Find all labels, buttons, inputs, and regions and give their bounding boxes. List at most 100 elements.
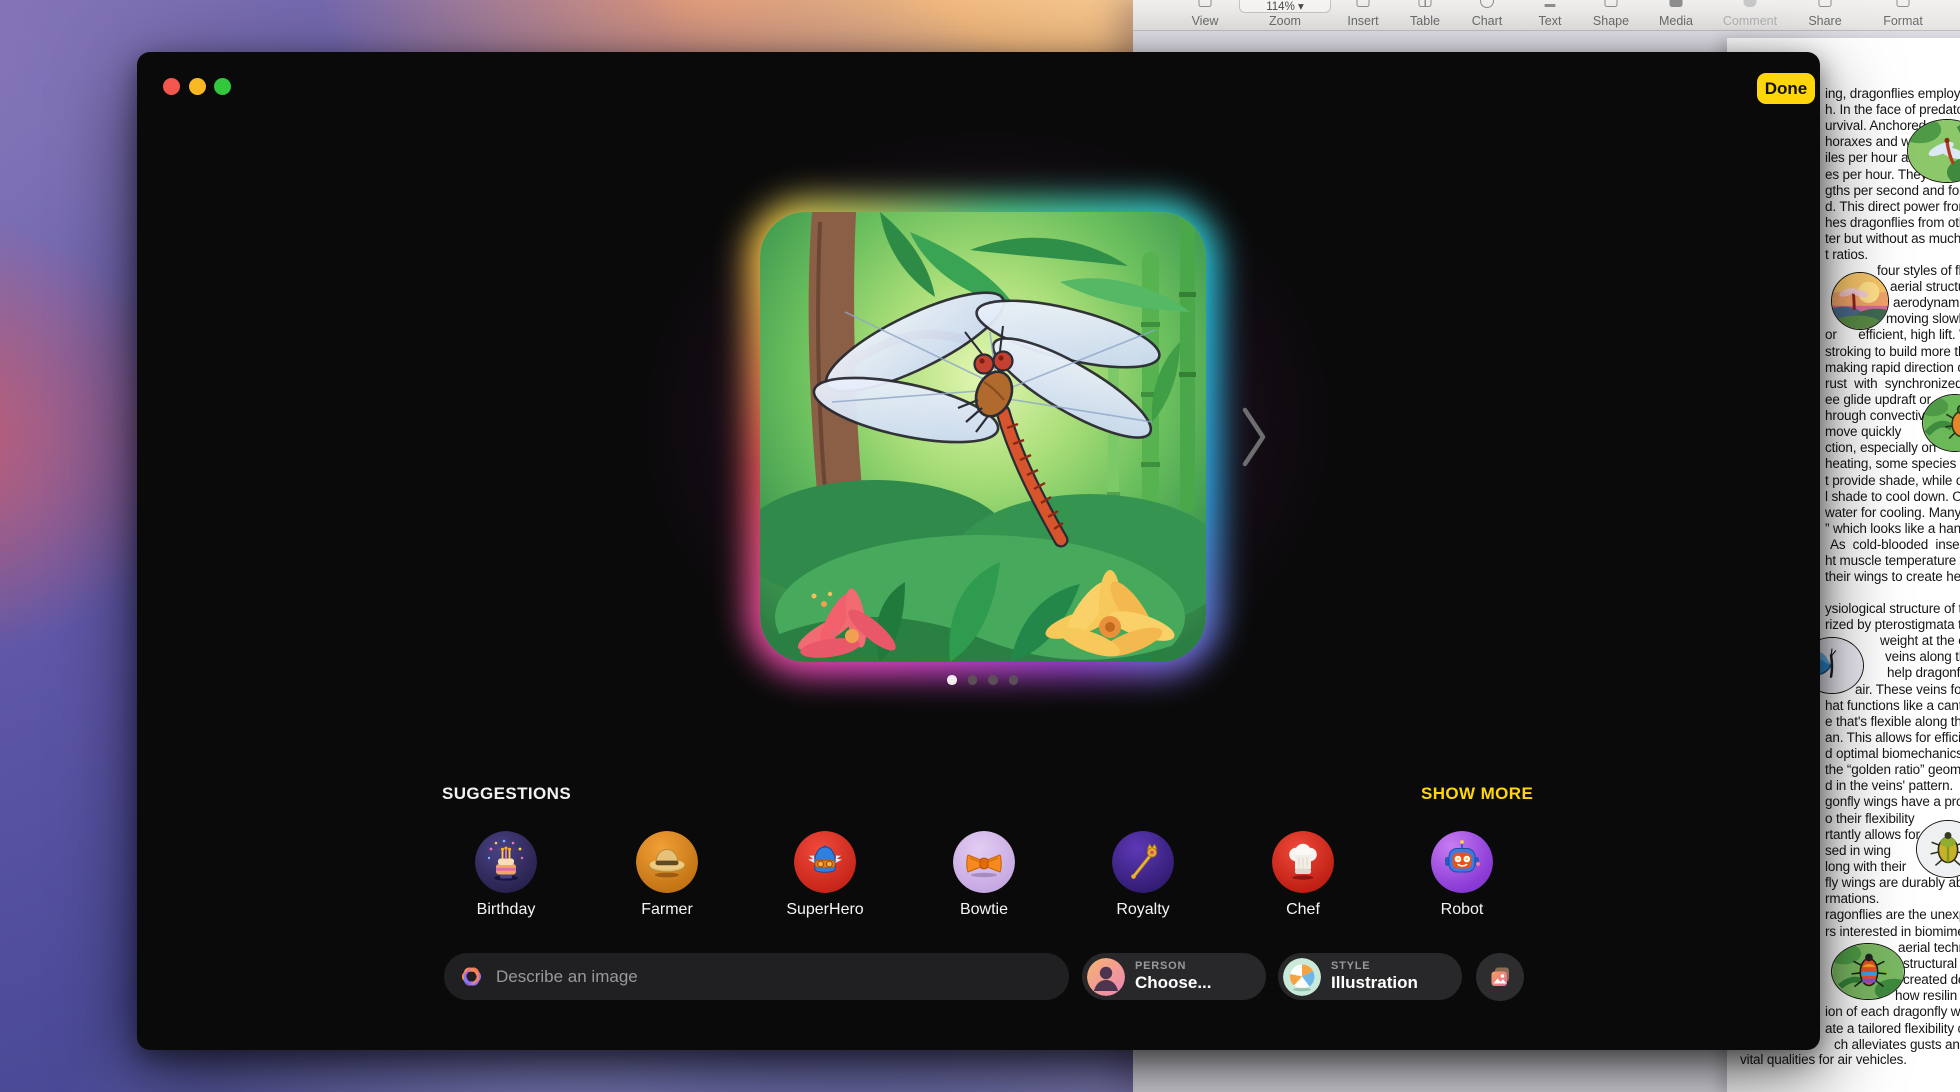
zoom-window-button[interactable] (214, 78, 231, 95)
document-text-line: ysiological structure of th (1825, 601, 1960, 616)
document-text-line: rtantly allows for (1825, 827, 1920, 842)
photo-picker-button[interactable] (1476, 953, 1524, 1001)
document-text-line: aerodynamic e (1893, 295, 1960, 310)
document-text-line: d in the veins' pattern. (1825, 778, 1953, 793)
toolbar-item-label: Format (1861, 14, 1945, 28)
suggestion-bowtie[interactable]: Bowtie (953, 831, 1015, 893)
document-text-line: d optimal biomechanics (1825, 746, 1960, 761)
suggestion-robot[interactable]: Robot (1431, 831, 1493, 893)
document-text-line: gths per second and forw (1825, 183, 1960, 198)
document-text-line: created det (1903, 972, 1960, 987)
document-text-line: o their flexibility (1825, 811, 1914, 826)
carousel-dot-2[interactable] (968, 675, 978, 685)
document-text-line: ragonflies are the unexpec (1825, 907, 1960, 922)
desktop: { "pages": { "toolbar": { "zoom_value": … (0, 0, 1960, 1092)
document-text-line: rmations. (1825, 891, 1879, 906)
suggestion-chef[interactable]: Chef (1272, 831, 1334, 893)
document-text-line: move quickly (1825, 424, 1901, 439)
carousel-dot-4[interactable] (1009, 675, 1019, 685)
document-text-line: ion of each dragonfly wing (1825, 1004, 1960, 1019)
document-text-line: gonfly wings have a prote (1825, 794, 1960, 809)
document-text-line: rized by pterostigmata tha (1825, 617, 1960, 632)
document-text-line: aerial techno (1898, 940, 1960, 955)
table-tool-icon (1419, 0, 1432, 7)
suggestion-superhero[interactable]: SuperHero (794, 831, 856, 893)
minimize-window-button[interactable] (189, 78, 206, 95)
suggestion-label: Farmer (602, 901, 732, 919)
document-text-line: long with their (1825, 859, 1906, 874)
document-text-line: water for cooling. Many no (1825, 505, 1960, 520)
toolbar-item-format[interactable]: Format (1861, 0, 1945, 31)
document-text-line: ” which looks like a hands (1825, 521, 1960, 536)
document-text-line: or efficient, high lift. W (1825, 327, 1960, 342)
toolbar-item-media[interactable]: Media (1634, 0, 1718, 31)
toolbar-item-zoom[interactable]: 114% ▾Zoom (1243, 0, 1327, 31)
carousel-next-chevron-icon[interactable] (1241, 405, 1267, 469)
toolbar-item-share[interactable]: Share (1783, 0, 1867, 31)
toolbar-item-document[interactable]: Document (1947, 0, 1960, 31)
document-text-line: h. In the face of predators (1825, 102, 1960, 117)
bowtie-icon (953, 831, 1015, 893)
document-text-line: es per hour. They (1825, 167, 1927, 182)
person-avatar-icon (1087, 958, 1125, 996)
person-picker-button[interactable]: PERSON Choose... (1082, 953, 1266, 1000)
suggestion-birthday[interactable]: Birthday (475, 831, 537, 893)
person-value: Choose... (1135, 974, 1212, 992)
suggestion-royalty[interactable]: Royalty (1112, 831, 1174, 893)
document-text-line: air. These veins form (1855, 682, 1960, 697)
carousel-dots (947, 675, 1018, 685)
document-text-line: t ratios. (1825, 247, 1868, 262)
zoom-level-control[interactable]: 114% ▾ (1239, 0, 1331, 13)
style-kicker-label: STYLE (1331, 961, 1418, 973)
toolbar-item-label: Comment (1708, 14, 1792, 28)
document-text-line: stroking to build more thru (1825, 344, 1960, 359)
toolbar-item-view[interactable]: View (1163, 0, 1247, 31)
done-button[interactable]: Done (1757, 73, 1815, 104)
dragonfly-jungle-illustration (760, 212, 1206, 662)
document-text-line: heating, some species als (1825, 456, 1960, 471)
robot-icon (1431, 831, 1493, 893)
document-text-line: moving slowly, (1886, 311, 1960, 326)
style-picker-button[interactable]: STYLE Illustration (1278, 953, 1462, 1000)
show-more-button[interactable]: SHOW MORE (1421, 784, 1533, 804)
comment-tool-icon (1744, 0, 1757, 7)
beach-ball-icon (1283, 958, 1321, 996)
document-text-line: vital qualities for air vehicles. (1740, 1052, 1907, 1067)
carousel-dot-1[interactable] (947, 675, 957, 685)
prompt-input[interactable]: Describe an image (444, 953, 1069, 1000)
suggestion-label: Bowtie (919, 901, 1049, 919)
suggestion-farmer[interactable]: Farmer (636, 831, 698, 893)
scepter-icon (1112, 831, 1174, 893)
chef-hat-icon (1272, 831, 1334, 893)
document-text-line: ee glide updraft or (1825, 392, 1931, 407)
document-text-line: veins along the lead (1885, 649, 1960, 664)
toolbar-item-label: View (1163, 14, 1247, 28)
toolbar-item-comment[interactable]: Comment (1708, 0, 1792, 31)
document-text-line: four styles of flig (1877, 263, 1960, 278)
suggestion-label: Birthday (441, 901, 571, 919)
document-text-line: rs interested in biomimeti (1825, 924, 1960, 939)
pages-toolbar: View114% ▾ZoomInsertTableChartTextShapeM… (1133, 0, 1960, 31)
document-text-line: ate a tailored flexibility co (1825, 1021, 1960, 1036)
document-text-line: hat functions like a cantile (1825, 698, 1960, 713)
view-tool-icon (1199, 0, 1212, 7)
generated-image-card[interactable] (760, 212, 1206, 662)
media-tool-icon (1670, 0, 1683, 7)
close-window-button[interactable] (163, 78, 180, 95)
format-tool-icon (1897, 0, 1910, 7)
document-text-line: weight at the edges (1880, 633, 1960, 648)
toolbar-item-label: Document (1947, 14, 1960, 28)
insert-tool-icon (1357, 0, 1370, 7)
document-text-line: making rapid direction cha (1825, 360, 1960, 375)
document-text-line: hes dragonflies from othe (1825, 215, 1960, 230)
document-text-line: help dragonflies eff (1887, 665, 1960, 680)
text-tool-icon (1545, 4, 1556, 7)
document-text-line: ter but without as much (1825, 231, 1960, 246)
window-controls (163, 78, 231, 95)
carousel-dot-3[interactable] (988, 675, 998, 685)
photo-picker-icon (1487, 964, 1514, 991)
document-text-line: aerial structure (1890, 279, 1960, 294)
document-text-line: d. This direct power from (1825, 199, 1960, 214)
document-text-line: ch alleviates gusts and mi (1834, 1037, 1960, 1052)
chart-tool-icon (1480, 0, 1494, 8)
